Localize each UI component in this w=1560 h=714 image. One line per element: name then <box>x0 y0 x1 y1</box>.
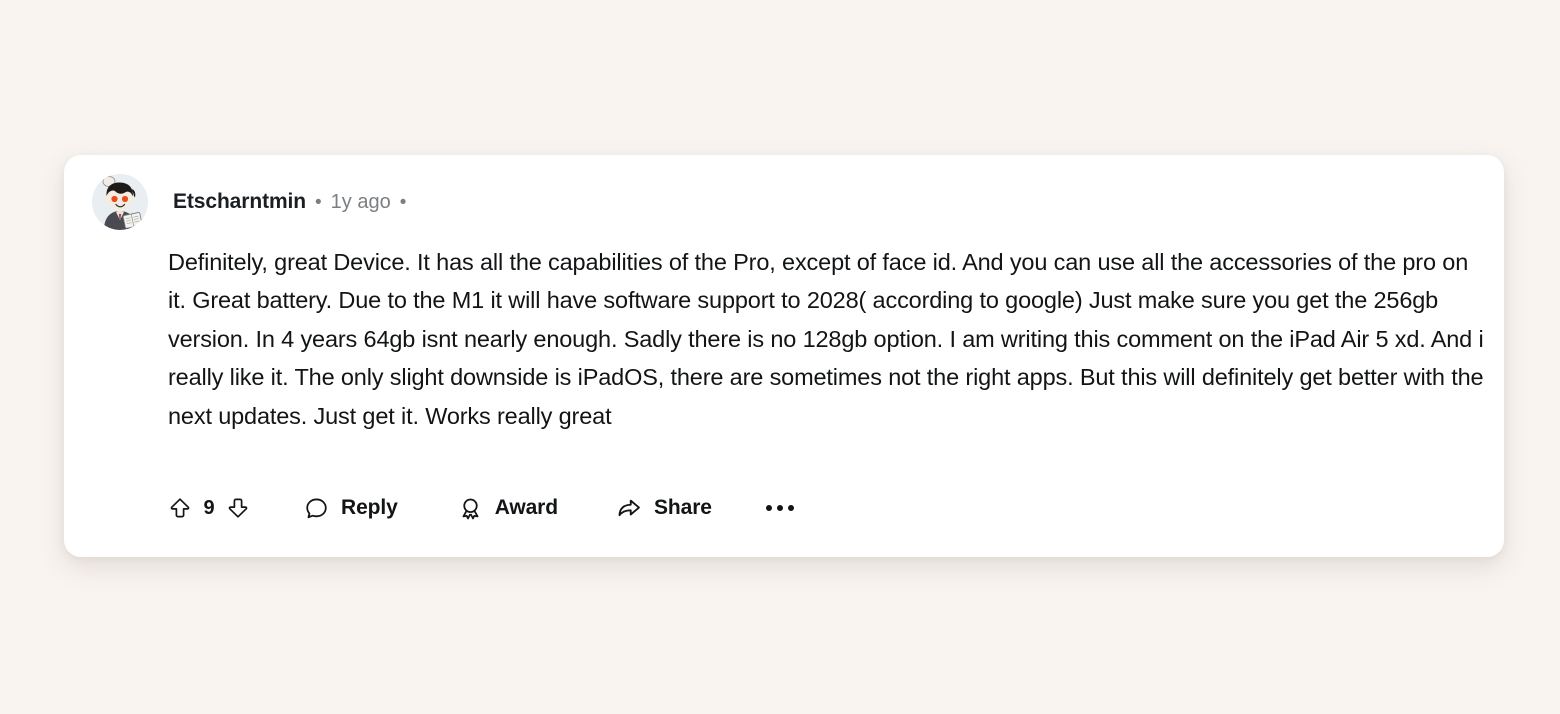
comment-meta: Etscharntmin • 1y ago • <box>173 190 415 214</box>
share-label: Share <box>654 496 712 519</box>
reddit-snoo-avatar-icon <box>92 174 148 230</box>
share-button[interactable]: Share <box>616 495 712 521</box>
more-dot-3 <box>787 505 794 511</box>
comment-action-bar: 9 Reply Award Share <box>168 488 796 528</box>
comment-header: Etscharntmin • 1y ago • <box>92 169 415 235</box>
page-root: Etscharntmin • 1y ago • Definitely, grea… <box>0 0 1560 714</box>
vote-score: 9 <box>203 496 215 519</box>
downvote-button[interactable] <box>226 496 250 520</box>
more-dot-2 <box>776 505 783 511</box>
avatar[interactable] <box>92 174 148 230</box>
upvote-button[interactable] <box>168 496 192 520</box>
comment-body-text: Definitely, great Device. It has all the… <box>168 249 1484 429</box>
reply-button[interactable]: Reply <box>304 496 398 521</box>
meta-separator-1: • <box>315 192 322 213</box>
reply-label: Reply <box>341 496 398 519</box>
share-arrow-icon <box>618 499 640 517</box>
downvote-arrow-icon <box>228 498 248 518</box>
comment-author[interactable]: Etscharntmin <box>173 190 306 214</box>
more-options-button[interactable] <box>764 499 796 517</box>
award-medal-icon <box>462 498 479 519</box>
award-button[interactable]: Award <box>458 496 558 521</box>
vote-group: 9 <box>168 496 250 520</box>
comment-card: Etscharntmin • 1y ago • Definitely, grea… <box>64 155 1504 557</box>
award-label: Award <box>494 496 558 519</box>
meta-separator-2: • <box>399 192 407 213</box>
comment-timestamp: 1y ago <box>330 191 391 213</box>
upvote-arrow-icon <box>170 498 190 518</box>
more-dot-1 <box>765 505 772 511</box>
comment-bubble-icon <box>306 498 327 518</box>
